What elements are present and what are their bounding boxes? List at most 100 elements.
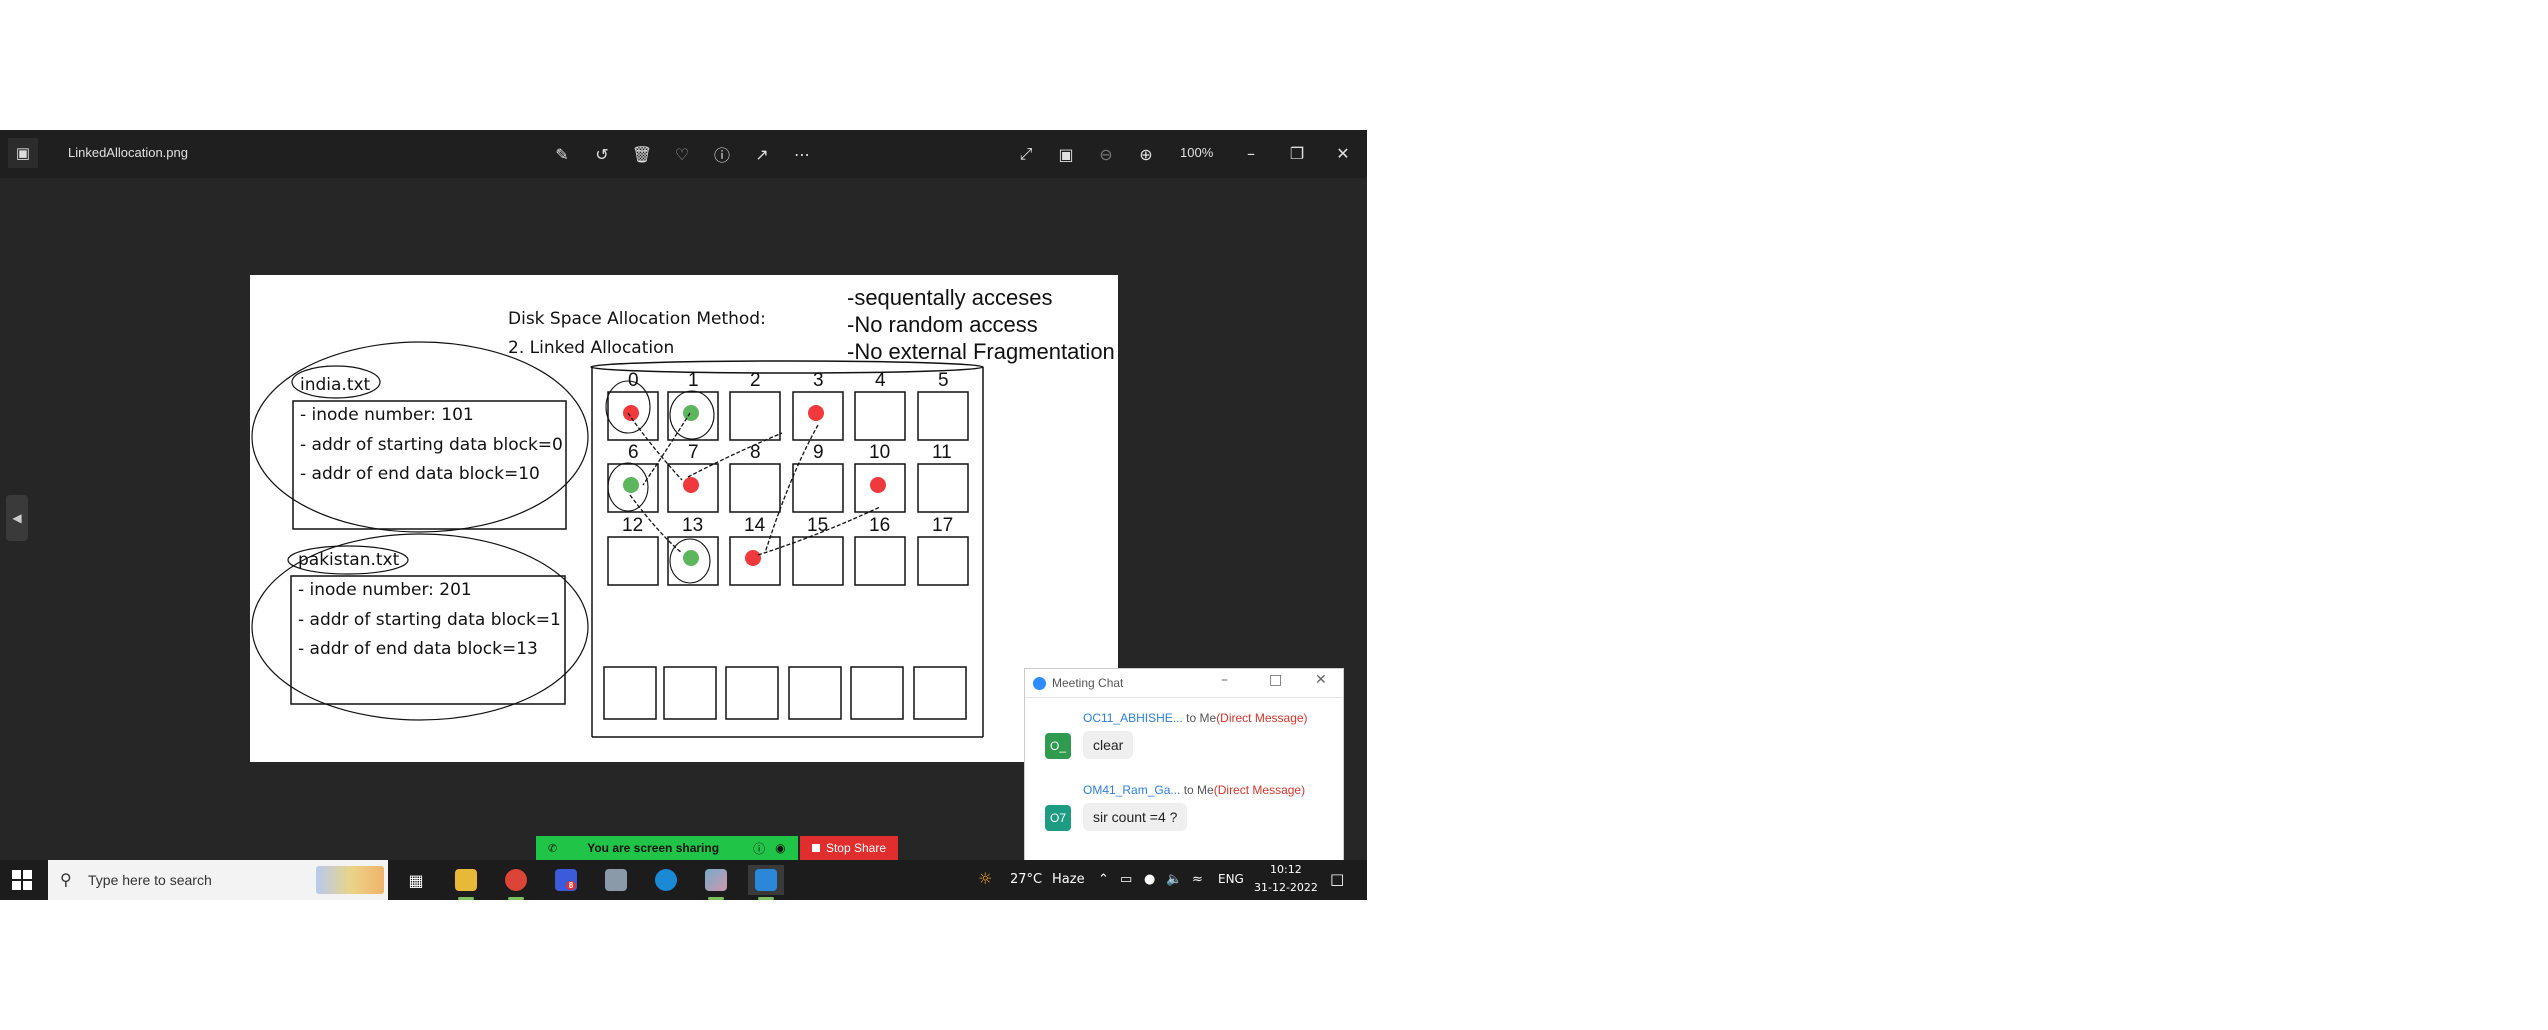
zoom-in-icon[interactable]: ⊕ [1134,142,1158,166]
chat-title: Meeting Chat [1052,676,1124,690]
notification-icon[interactable]: □ [1330,870,1344,888]
disk-block-empty [725,666,779,720]
screen-share-bar: ✆ You are screen sharing ⓘ ◉ Stop Share [536,836,898,860]
info-icon[interactable]: ⓘ [753,840,765,857]
microphone-icon[interactable]: ● [1144,872,1155,887]
block-number: 1 [688,370,699,391]
app-icon[interactable] [698,865,734,900]
chat-header: Meeting Chat – □ ✕ [1025,669,1343,698]
avatar: O7 [1045,805,1071,831]
disk-block [854,391,906,441]
block-number: 13 [682,515,704,536]
photos-icon[interactable] [748,865,784,900]
disk-block [792,536,844,586]
weather-icon[interactable]: ☼ [978,869,992,888]
search-highlight-image[interactable] [316,866,384,894]
disk-block-empty [913,666,967,720]
system-tray: ☼ 27°C Haze ⌃ ▭ ● 🔈 ≈ ENG 10:12 31-12-20… [970,860,1367,900]
file2-name: pakistan.txt [298,550,400,570]
message-text: sir count =4 ? [1083,803,1188,831]
block-number: 9 [813,442,824,463]
phone-icon: ✆ [548,841,558,855]
battery-icon[interactable]: ▭ [1120,872,1132,887]
shield-icon: ◉ [775,841,786,855]
file1-line: - inode number: 101 [300,405,474,425]
stop-share-button[interactable]: Stop Share [800,836,898,860]
chevron-up-icon[interactable]: ⌃ [1098,872,1109,887]
weather-temp[interactable]: 27°C [1010,872,1042,887]
block-number: 17 [932,515,954,536]
fit-icon[interactable]: ▣ [1054,142,1078,166]
restore-icon[interactable]: ❐ [1282,138,1312,168]
green-dot [683,550,699,566]
edge-icon[interactable] [648,865,684,895]
paint-icon[interactable] [598,865,634,895]
block-number: 5 [938,370,949,391]
zoom-out-icon[interactable]: ⊖ [1094,142,1118,166]
task-view-icon[interactable]: ▦ [398,865,434,895]
photos-app-icon[interactable]: ▣ [8,138,38,168]
favorite-icon[interactable]: ♡ [670,142,694,166]
stop-share-label: Stop Share [825,841,887,855]
block-number: 6 [628,442,639,463]
disk-block [607,536,659,586]
chrome-icon[interactable] [498,865,534,900]
disk-block-empty [788,666,842,720]
note-line: -No random access [847,312,1038,337]
file1-name: india.txt [300,375,371,395]
mail-icon[interactable]: 8 [548,865,584,895]
sender-name[interactable]: OM41_Ram_Ga... [1083,783,1180,797]
edit-icon[interactable]: ✎ [550,142,574,166]
disk-block-empty [603,666,657,720]
red-dot [683,477,699,493]
sender-name[interactable]: OC11_ABHISHE... [1083,711,1183,725]
diagram-subheading: 2. Linked Allocation [508,338,675,358]
photos-app-window: ▣ LinkedAllocation.png ✎ ↺ 🗑 ♡ ⓘ ↗ ⋯ ⤢ ▣… [0,130,1367,900]
block-number: 10 [869,442,891,463]
message-text: clear [1083,731,1134,759]
clock-date[interactable]: 31-12-2022 [1254,881,1318,894]
file2-line: - addr of starting data block=1 [298,610,561,630]
disk-block [917,463,969,513]
start-button[interactable] [12,870,32,890]
taskbar-search[interactable]: ⚲ Type here to search [48,860,388,900]
disk-block [917,391,969,441]
previous-image-button[interactable]: ◀ [6,495,28,541]
more-icon[interactable]: ⋯ [790,142,814,166]
fullscreen-icon[interactable]: ⤢ [1014,142,1038,166]
block-number: 15 [807,515,829,536]
disk-block-empty [663,666,717,720]
block-number: 0 [628,370,639,391]
block-number: 2 [750,370,761,391]
search-placeholder: Type here to search [88,872,212,888]
note-line: -sequentally acceses [847,285,1053,310]
minimize-icon[interactable]: – [1236,138,1266,168]
clock-time[interactable]: 10:12 [1270,863,1302,876]
file-explorer-icon[interactable] [448,865,484,900]
disk-block-empty [850,666,904,720]
share-icon[interactable]: ↗ [750,142,774,166]
speaker-icon[interactable]: 🔈 [1166,872,1182,887]
block-number: 11 [932,442,952,463]
displayed-image: Disk Space Allocation Method: 2. Linked … [250,275,1118,762]
close-icon[interactable]: ✕ [1315,672,1327,688]
sharing-status[interactable]: ✆ You are screen sharing ⓘ ◉ [536,836,798,860]
rotate-icon[interactable]: ↺ [590,142,614,166]
direct-message-tag: (Direct Message) [1213,783,1306,797]
delete-icon[interactable]: 🗑 [630,142,654,166]
info-icon[interactable]: ⓘ [710,142,734,166]
weather-desc[interactable]: Haze [1052,872,1085,887]
minimize-icon[interactable]: – [1221,672,1228,688]
block-number: 4 [875,370,886,391]
file1-line: - addr of end data block=10 [300,464,540,484]
language-indicator[interactable]: ENG [1218,872,1244,886]
recipient: to Me [1183,783,1214,797]
diagram-heading: Disk Space Allocation Method: [508,309,766,329]
close-icon[interactable]: ✕ [1328,138,1358,168]
maximize-icon[interactable]: □ [1269,672,1282,688]
wifi-icon[interactable]: ≈ [1192,872,1203,887]
red-dot [808,405,824,421]
avatar: O_ [1045,733,1071,759]
zoom-level[interactable]: 100% [1180,145,1213,160]
search-icon: ⚲ [60,870,72,889]
